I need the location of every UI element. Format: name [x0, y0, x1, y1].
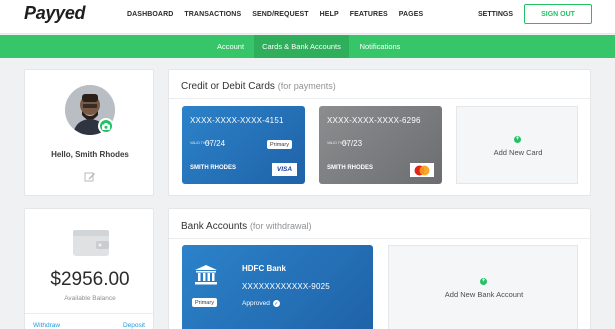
nav-settings[interactable]: SETTINGS — [478, 11, 513, 18]
bank-account-card[interactable]: HDFC Bank XXXXXXXXXXXX-9025 Primary Appr… — [182, 245, 373, 329]
bank-icon — [195, 265, 217, 285]
card-number: XXXX-XXXX-XXXX-6296 — [327, 116, 421, 125]
bank-name: HDFC Bank — [242, 264, 287, 273]
camera-icon — [102, 122, 110, 130]
primary-badge: Primary — [192, 298, 217, 307]
withdraw-link[interactable]: Withdraw — [33, 322, 60, 329]
check-icon: ✓ — [272, 300, 280, 307]
nav-pages[interactable]: PAGES — [399, 11, 424, 18]
tab-cards-bank-accounts[interactable]: Cards & Bank Accounts — [254, 35, 349, 58]
credit-card-6296[interactable]: XXXX-XXXX-XXXX-6296 VALID THRU 07/23 SMI… — [319, 106, 442, 184]
nav-help[interactable]: HELP — [320, 11, 339, 18]
wallet-icon — [73, 230, 109, 256]
edit-icon[interactable] — [83, 170, 97, 184]
primary-badge: Primary — [267, 140, 292, 149]
approved-status: Approved ✓ — [242, 300, 280, 307]
logo[interactable]: Payyed — [24, 3, 86, 24]
balance-label: Available Balance — [64, 295, 116, 302]
bank-account-number: XXXXXXXXXXXX-9025 — [242, 282, 330, 291]
bank-title: Bank Accounts (for withdrawal) — [181, 221, 312, 232]
top-header: Payyed DASHBOARD TRANSACTIONS SEND/REQUE… — [0, 0, 615, 34]
nav-features[interactable]: FEATURES — [350, 11, 388, 18]
bank-accounts-panel: Bank Accounts (for withdrawal) HDFC Bank… — [168, 208, 592, 329]
nav-send-request[interactable]: SEND/REQUEST — [252, 11, 308, 18]
balance-panel: $2956.00 Available Balance Withdraw Depo… — [24, 208, 155, 329]
card-expiry: 07/23 — [342, 139, 363, 148]
nav-dashboard[interactable]: DASHBOARD — [127, 11, 173, 18]
card-number: XXXX-XXXX-XXXX-4151 — [190, 116, 284, 125]
add-new-bank-account-label: Add New Bank Account — [444, 290, 524, 299]
divider — [25, 313, 155, 314]
card-holder-name: SMITH RHODES — [190, 165, 237, 171]
balance-amount: $2956.00 — [50, 269, 130, 290]
divider — [169, 238, 592, 239]
card-expiry: 07/24 — [205, 139, 226, 148]
profile-greeting: Hello, Smith Rhodes — [51, 150, 129, 159]
divider — [169, 98, 592, 99]
add-new-card-button[interactable]: + Add New Card — [456, 106, 578, 184]
credit-card-4151[interactable]: XXXX-XXXX-XXXX-4151 VALID THRU 07/24 Pri… — [182, 106, 305, 184]
tab-notifications[interactable]: Notifications — [349, 35, 411, 58]
plus-icon: + — [514, 136, 521, 143]
deposit-link[interactable]: Deposit — [123, 322, 145, 329]
visa-logo: VISA — [272, 163, 297, 176]
plus-icon: + — [480, 278, 487, 285]
tab-account[interactable]: Account — [207, 35, 254, 58]
change-photo-button[interactable] — [98, 118, 114, 134]
card-holder-name: SMITH RHODES — [327, 165, 374, 171]
nav-transactions[interactable]: TRANSACTIONS — [184, 11, 241, 18]
sub-nav: Account Cards & Bank Accounts Notificati… — [0, 35, 615, 58]
mastercard-logo-icon — [410, 163, 434, 177]
add-new-card-label: Add New Card — [493, 148, 543, 157]
add-new-bank-account-button[interactable]: + Add New Bank Account — [388, 245, 578, 329]
profile-panel: Hello, Smith Rhodes — [24, 69, 154, 196]
main-nav: DASHBOARD TRANSACTIONS SEND/REQUEST HELP… — [127, 11, 434, 18]
cards-panel: Credit or Debit Cards (for payments) XXX… — [168, 69, 592, 196]
sign-out-button[interactable]: SIGN OUT — [524, 4, 592, 24]
cards-title: Credit or Debit Cards (for payments) — [181, 81, 336, 92]
